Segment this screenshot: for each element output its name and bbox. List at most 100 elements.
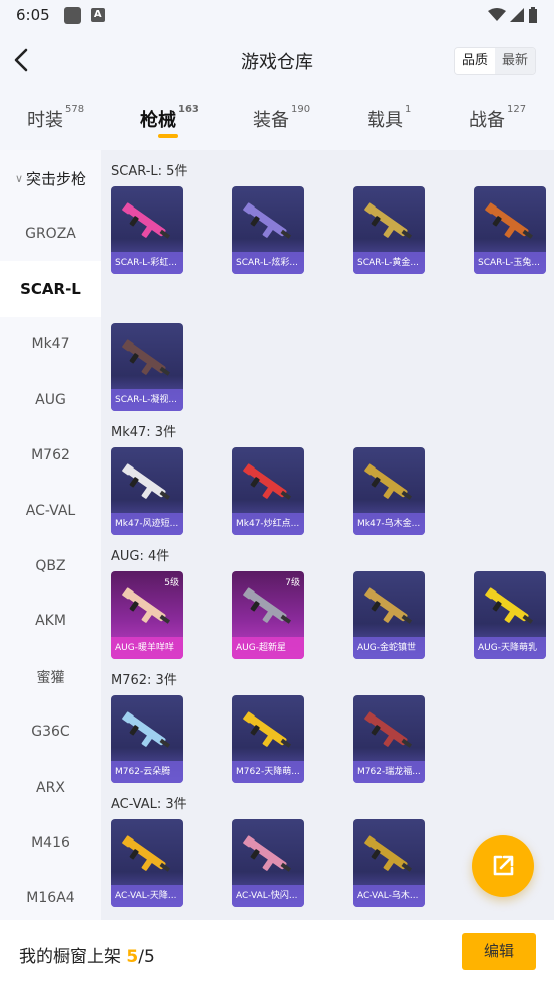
weapon-skin-card[interactable]: AC-VAL-快闪... xyxy=(232,819,304,907)
sidebar-item[interactable]: AKM xyxy=(0,594,101,649)
gun-icon xyxy=(243,587,292,624)
weapon-skin-name: AC-VAL-乌木... xyxy=(353,885,425,907)
tab-count: 190 xyxy=(291,104,311,115)
sort-quality-option[interactable]: 品质 xyxy=(455,48,495,74)
weapon-skin-card[interactable]: M762-瑞龙福... xyxy=(353,695,425,783)
weapon-skin-card[interactable]: SCAR-L-彩虹... xyxy=(111,186,183,274)
gun-icon xyxy=(122,711,171,748)
tab-guns[interactable]: 枪械163 xyxy=(140,104,199,132)
gun-icon xyxy=(122,463,171,500)
header: 游戏仓库 品质 最新 xyxy=(0,32,554,88)
section-label: M762: 3件 xyxy=(111,673,177,688)
sidebar-item[interactable]: Mk47 xyxy=(0,317,101,372)
notification-icon xyxy=(63,6,81,24)
weapon-skin-name: AUG-天降萌乳 xyxy=(474,637,546,659)
section-label: SCAR-L: 5件 xyxy=(111,164,188,179)
gun-icon xyxy=(364,463,413,500)
chevron-down-icon: ∨ xyxy=(14,171,24,185)
weapon-skin-card[interactable]: AC-VAL-天降... xyxy=(111,819,183,907)
weapon-sidebar: ∨ 突击步枪 GROZA SCAR-L Mk47 AUG M762 AC-VAL QBZ AK… xyxy=(0,150,101,920)
weapon-skin-name: AUG-暖羊咩咩 xyxy=(111,637,183,659)
category-tabs: 时装578 枪械163 装备190 载具1 战备127 xyxy=(0,96,554,148)
section-label: AC-VAL: 3件 xyxy=(111,797,187,812)
gun-icon xyxy=(485,587,534,624)
gun-icon xyxy=(364,587,413,624)
sidebar-item[interactable]: M762 xyxy=(0,428,101,483)
tab-count: 127 xyxy=(507,104,527,115)
sidebar-item[interactable]: ARX xyxy=(0,760,101,815)
weapon-skin-card[interactable]: Mk47-风迹短... xyxy=(111,447,183,535)
bottom-bar: 我的橱窗上架 5/5 编辑 xyxy=(0,920,554,984)
gun-icon xyxy=(243,463,292,500)
app-notification-icon: A xyxy=(90,8,105,22)
weapon-skin-name: AC-VAL-天降... xyxy=(111,885,183,907)
tab-vehicles[interactable]: 载具1 xyxy=(367,104,412,132)
weapon-skin-name: AUG-金蛇镇世 xyxy=(353,637,425,659)
weapon-skin-card[interactable]: 7级 AUG-超新星 xyxy=(232,571,304,659)
sidebar-item[interactable]: 蜜獾 xyxy=(0,649,101,704)
sidebar-item[interactable]: G36C xyxy=(0,705,101,760)
sidebar-item[interactable]: GROZA xyxy=(0,206,101,261)
weapon-skin-name: Mk47-炒红点... xyxy=(232,513,304,535)
edit-button[interactable]: 编辑 xyxy=(462,933,536,970)
share-button[interactable] xyxy=(472,835,534,897)
gun-icon xyxy=(243,202,292,239)
status-time: 6:05 xyxy=(16,6,50,24)
weapon-skin-card[interactable]: AUG-金蛇镇世 xyxy=(353,571,425,659)
sidebar-group-assault-rifles[interactable]: ∨ 突击步枪 xyxy=(0,150,101,206)
status-icons xyxy=(488,7,538,23)
gun-icon xyxy=(122,587,171,624)
sort-toggle[interactable]: 品质 最新 xyxy=(454,47,536,75)
weapon-skin-card[interactable]: M762-天降萌... xyxy=(232,695,304,783)
gun-icon xyxy=(364,711,413,748)
gun-icon xyxy=(122,835,171,872)
sidebar-item[interactable]: AC-VAL xyxy=(0,483,101,538)
sidebar-item[interactable]: AUG xyxy=(0,372,101,427)
sidebar-item[interactable]: M416 xyxy=(0,815,101,870)
share-external-icon xyxy=(493,855,514,876)
signal-icon xyxy=(510,8,524,22)
weapon-skin-card[interactable]: SCAR-L-炫彩... xyxy=(232,186,304,274)
tab-count: 1 xyxy=(405,104,412,115)
showcase-status: 我的橱窗上架 5/5 xyxy=(19,947,155,967)
tab-supplies[interactable]: 战备127 xyxy=(469,104,527,132)
level-badge: 7级 xyxy=(285,578,300,588)
gun-icon xyxy=(364,202,413,239)
weapon-skin-name: M762-云朵腾 xyxy=(111,761,183,783)
sidebar-item[interactable]: QBZ xyxy=(0,538,101,593)
tab-count: 163 xyxy=(178,104,199,115)
gun-icon xyxy=(243,835,292,872)
weapon-skin-card[interactable]: M762-云朵腾 xyxy=(111,695,183,783)
level-badge: 5级 xyxy=(164,578,179,588)
tab-fashion[interactable]: 时装578 xyxy=(27,104,85,132)
weapon-skin-name: SCAR-L-玉兔... xyxy=(474,252,546,274)
gun-icon xyxy=(122,202,171,239)
weapon-skin-card[interactable]: AUG-天降萌乳 xyxy=(474,571,546,659)
weapon-skin-card[interactable]: AC-VAL-乌木... xyxy=(353,819,425,907)
sort-latest-option[interactable]: 最新 xyxy=(495,48,535,74)
section-label: Mk47: 3件 xyxy=(111,425,177,440)
weapon-skin-card[interactable]: Mk47-乌木金... xyxy=(353,447,425,535)
tab-equipment[interactable]: 装备190 xyxy=(253,104,311,132)
sidebar-item[interactable]: M16A4 xyxy=(0,871,101,926)
tab-indicator xyxy=(158,134,178,138)
weapon-grid: SCAR-L: 5件 SCAR-L-彩虹... SCAR-L-炫彩... SCAR-L… xyxy=(101,150,554,920)
gun-icon xyxy=(364,835,413,872)
weapon-skin-name: Mk47-乌木金... xyxy=(353,513,425,535)
weapon-skin-card[interactable]: SCAR-L-凝视... xyxy=(111,323,183,411)
weapon-skin-name: SCAR-L-彩虹... xyxy=(111,252,183,274)
gun-icon xyxy=(485,202,534,239)
weapon-skin-card[interactable]: Mk47-炒红点... xyxy=(232,447,304,535)
weapon-skin-name: AC-VAL-快闪... xyxy=(232,885,304,907)
weapon-skin-name: SCAR-L-黄金... xyxy=(353,252,425,274)
weapon-skin-card[interactable]: SCAR-L-玉兔... xyxy=(474,186,546,274)
weapon-skin-name: SCAR-L-凝视... xyxy=(111,389,183,411)
showcase-count: 5 xyxy=(126,947,139,967)
gun-icon xyxy=(122,339,171,376)
sidebar-item[interactable]: SCAR-L xyxy=(0,261,101,317)
weapon-skin-name: M762-天降萌... xyxy=(232,761,304,783)
weapon-skin-card[interactable]: 5级 AUG-暖羊咩咩 xyxy=(111,571,183,659)
tab-count: 578 xyxy=(65,104,85,115)
weapon-skin-card[interactable]: SCAR-L-黄金... xyxy=(353,186,425,274)
weapon-skin-name: AUG-超新星 xyxy=(232,637,304,659)
